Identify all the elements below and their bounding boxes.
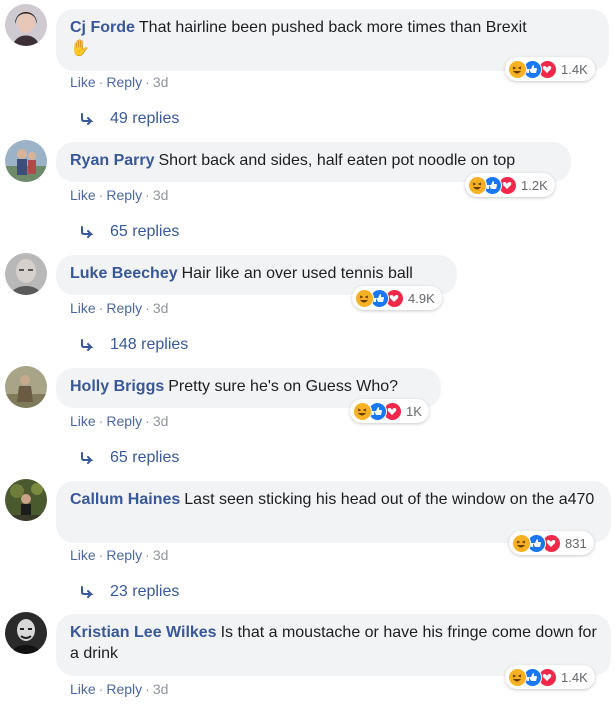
reaction-summary[interactable]: 4.9K [352, 286, 442, 310]
reply-arrow-icon [81, 226, 94, 238]
separator: · [98, 300, 104, 316]
reply-arrow-icon [81, 586, 94, 598]
reply-link[interactable]: Reply [106, 187, 142, 203]
replies-count[interactable]: 23 replies [110, 583, 179, 601]
comment-author[interactable]: Kristian Lee Wilkes [70, 624, 217, 641]
view-replies[interactable]: 65 replies [80, 223, 179, 241]
timestamp[interactable]: 3d [153, 187, 169, 203]
reaction-summary[interactable]: 831 [509, 531, 594, 555]
avatar[interactable] [5, 140, 47, 182]
separator: · [145, 187, 150, 203]
view-replies[interactable]: 49 replies [80, 110, 179, 128]
view-replies[interactable]: 65 replies [80, 449, 179, 467]
reply-arrow-icon [81, 339, 94, 351]
reaction-count: 4.9K [408, 290, 435, 306]
separator: · [145, 74, 150, 90]
comment-author[interactable]: Luke Beechey [70, 265, 178, 282]
reply-link[interactable]: Reply [106, 74, 142, 90]
reply-arrow-icon [81, 452, 94, 464]
haha-icon [512, 533, 531, 553]
like-link[interactable]: Like [70, 413, 96, 429]
avatar[interactable] [5, 479, 47, 521]
like-link[interactable]: Like [70, 187, 96, 203]
separator: · [145, 413, 150, 429]
comment-text: Short back and sides, half eaten pot noo… [158, 152, 516, 169]
separator: · [98, 547, 104, 563]
haha-icon [508, 59, 527, 79]
separator: · [98, 187, 104, 203]
comment-author[interactable]: Holly Briggs [70, 378, 164, 395]
comment-text: Last seen sticking his head out of the w… [184, 491, 595, 508]
timestamp[interactable]: 3d [153, 681, 169, 697]
like-link[interactable]: Like [70, 300, 96, 316]
separator: · [145, 681, 150, 697]
separator: · [145, 547, 150, 563]
view-replies[interactable]: 23 replies [80, 583, 179, 601]
haha-icon [355, 288, 374, 308]
timestamp[interactable]: 3d [153, 547, 169, 563]
avatar[interactable] [5, 612, 47, 654]
reply-arrow-icon [81, 113, 94, 125]
reaction-summary[interactable]: 1.4K [505, 665, 595, 689]
replies-count[interactable]: 65 replies [110, 223, 179, 241]
reaction-count: 1K [406, 403, 422, 419]
separator: · [145, 300, 150, 316]
reaction-count: 1.4K [561, 669, 588, 685]
reaction-count: 1.2K [521, 177, 548, 193]
avatar[interactable] [5, 366, 47, 408]
comment-actions: Like · Reply · 3d [70, 187, 168, 203]
comment-author[interactable]: Ryan Parry [70, 152, 155, 169]
comment-text: That hairline been pushed back more time… [138, 19, 527, 36]
timestamp[interactable]: 3d [153, 413, 169, 429]
comment-actions: Like · Reply · 3d [70, 300, 168, 316]
comment-actions: Like · Reply · 3d [70, 547, 168, 563]
like-link[interactable]: Like [70, 74, 96, 90]
comment-text: Hair like an over used tennis ball [181, 265, 413, 282]
reaction-summary[interactable]: 1.4K [505, 57, 595, 81]
timestamp[interactable]: 3d [153, 300, 169, 316]
separator: · [98, 74, 104, 90]
comment-actions: Like · Reply · 3d [70, 681, 168, 697]
replies-count[interactable]: 49 replies [110, 110, 179, 128]
view-replies[interactable]: 148 replies [80, 336, 188, 354]
haha-icon [353, 401, 372, 421]
separator: · [98, 681, 104, 697]
reaction-count: 1.4K [561, 61, 588, 77]
separator: · [98, 413, 104, 429]
comment-text: Pretty sure he's on Guess Who? [168, 378, 399, 395]
like-link[interactable]: Like [70, 681, 96, 697]
comment-actions: Like · Reply · 3d [70, 413, 168, 429]
raised-hand-emoji: ✋ [70, 40, 90, 57]
comment-actions: Like · Reply · 3d [70, 74, 168, 90]
reaction-summary[interactable]: 1.2K [465, 173, 555, 197]
replies-count[interactable]: 65 replies [110, 449, 179, 467]
reaction-count: 831 [565, 535, 587, 551]
timestamp[interactable]: 3d [153, 74, 169, 90]
haha-icon [508, 667, 527, 687]
reply-link[interactable]: Reply [106, 300, 142, 316]
avatar[interactable] [5, 4, 47, 46]
reaction-summary[interactable]: 1K [350, 399, 429, 423]
replies-count[interactable]: 148 replies [110, 336, 188, 354]
reply-link[interactable]: Reply [106, 413, 142, 429]
avatar[interactable] [5, 253, 47, 295]
reply-link[interactable]: Reply [106, 547, 142, 563]
reply-link[interactable]: Reply [106, 681, 142, 697]
haha-icon [468, 175, 487, 195]
comment-author[interactable]: Callum Haines [70, 491, 180, 508]
comment-author[interactable]: Cj Forde [70, 19, 135, 36]
like-link[interactable]: Like [70, 547, 96, 563]
